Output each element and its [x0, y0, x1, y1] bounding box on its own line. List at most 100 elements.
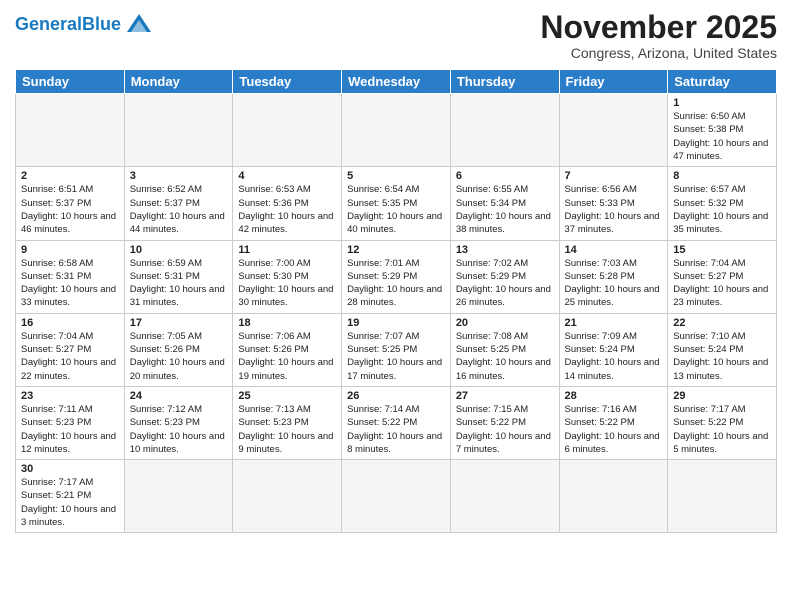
page: GeneralBlue November 2025 Congress, Ariz… [0, 0, 792, 543]
calendar-cell: 28Sunrise: 7:16 AM Sunset: 5:22 PM Dayli… [559, 386, 668, 459]
day-number: 28 [565, 390, 663, 402]
day-info: Sunrise: 6:58 AM Sunset: 5:31 PM Dayligh… [21, 257, 119, 310]
day-number: 19 [347, 317, 445, 329]
location: Congress, Arizona, United States [540, 45, 777, 61]
calendar-cell: 15Sunrise: 7:04 AM Sunset: 5:27 PM Dayli… [668, 240, 777, 313]
day-number: 20 [456, 317, 554, 329]
day-info: Sunrise: 7:09 AM Sunset: 5:24 PM Dayligh… [565, 330, 663, 383]
day-info: Sunrise: 7:04 AM Sunset: 5:27 PM Dayligh… [21, 330, 119, 383]
day-info: Sunrise: 7:02 AM Sunset: 5:29 PM Dayligh… [456, 257, 554, 310]
day-info: Sunrise: 7:13 AM Sunset: 5:23 PM Dayligh… [238, 403, 336, 456]
calendar-cell: 1Sunrise: 6:50 AM Sunset: 5:38 PM Daylig… [668, 94, 777, 167]
day-info: Sunrise: 7:12 AM Sunset: 5:23 PM Dayligh… [130, 403, 228, 456]
col-sunday: Sunday [16, 70, 125, 94]
calendar-cell [450, 94, 559, 167]
day-info: Sunrise: 7:07 AM Sunset: 5:25 PM Dayligh… [347, 330, 445, 383]
logo-general: General [15, 14, 82, 34]
day-number: 29 [673, 390, 771, 402]
calendar-cell [559, 94, 668, 167]
calendar-cell [233, 460, 342, 533]
calendar-week-row: 30Sunrise: 7:17 AM Sunset: 5:21 PM Dayli… [16, 460, 777, 533]
calendar-cell: 6Sunrise: 6:55 AM Sunset: 5:34 PM Daylig… [450, 167, 559, 240]
day-number: 1 [673, 97, 771, 109]
day-number: 12 [347, 244, 445, 256]
day-number: 15 [673, 244, 771, 256]
calendar-week-row: 23Sunrise: 7:11 AM Sunset: 5:23 PM Dayli… [16, 386, 777, 459]
calendar-cell: 10Sunrise: 6:59 AM Sunset: 5:31 PM Dayli… [124, 240, 233, 313]
day-info: Sunrise: 7:08 AM Sunset: 5:25 PM Dayligh… [456, 330, 554, 383]
calendar-cell: 26Sunrise: 7:14 AM Sunset: 5:22 PM Dayli… [342, 386, 451, 459]
day-info: Sunrise: 7:10 AM Sunset: 5:24 PM Dayligh… [673, 330, 771, 383]
calendar-cell [124, 94, 233, 167]
day-number: 27 [456, 390, 554, 402]
day-number: 2 [21, 170, 119, 182]
day-info: Sunrise: 6:54 AM Sunset: 5:35 PM Dayligh… [347, 183, 445, 236]
day-number: 11 [238, 244, 336, 256]
calendar-cell: 12Sunrise: 7:01 AM Sunset: 5:29 PM Dayli… [342, 240, 451, 313]
day-number: 26 [347, 390, 445, 402]
day-number: 6 [456, 170, 554, 182]
col-saturday: Saturday [668, 70, 777, 94]
day-info: Sunrise: 7:11 AM Sunset: 5:23 PM Dayligh… [21, 403, 119, 456]
day-number: 16 [21, 317, 119, 329]
calendar-cell: 13Sunrise: 7:02 AM Sunset: 5:29 PM Dayli… [450, 240, 559, 313]
day-info: Sunrise: 7:16 AM Sunset: 5:22 PM Dayligh… [565, 403, 663, 456]
calendar-cell [233, 94, 342, 167]
calendar-cell: 18Sunrise: 7:06 AM Sunset: 5:26 PM Dayli… [233, 313, 342, 386]
calendar-cell: 2Sunrise: 6:51 AM Sunset: 5:37 PM Daylig… [16, 167, 125, 240]
day-info: Sunrise: 6:56 AM Sunset: 5:33 PM Dayligh… [565, 183, 663, 236]
day-number: 18 [238, 317, 336, 329]
day-info: Sunrise: 7:05 AM Sunset: 5:26 PM Dayligh… [130, 330, 228, 383]
calendar-cell [450, 460, 559, 533]
logo-blue: Blue [82, 14, 121, 34]
calendar-cell: 29Sunrise: 7:17 AM Sunset: 5:22 PM Dayli… [668, 386, 777, 459]
calendar-cell: 11Sunrise: 7:00 AM Sunset: 5:30 PM Dayli… [233, 240, 342, 313]
calendar-cell [124, 460, 233, 533]
calendar-cell [668, 460, 777, 533]
day-info: Sunrise: 7:06 AM Sunset: 5:26 PM Dayligh… [238, 330, 336, 383]
day-number: 7 [565, 170, 663, 182]
calendar-header-row: Sunday Monday Tuesday Wednesday Thursday… [16, 70, 777, 94]
day-number: 3 [130, 170, 228, 182]
calendar-cell: 17Sunrise: 7:05 AM Sunset: 5:26 PM Dayli… [124, 313, 233, 386]
day-info: Sunrise: 7:15 AM Sunset: 5:22 PM Dayligh… [456, 403, 554, 456]
calendar-cell: 4Sunrise: 6:53 AM Sunset: 5:36 PM Daylig… [233, 167, 342, 240]
calendar-week-row: 1Sunrise: 6:50 AM Sunset: 5:38 PM Daylig… [16, 94, 777, 167]
day-number: 10 [130, 244, 228, 256]
day-info: Sunrise: 6:51 AM Sunset: 5:37 PM Dayligh… [21, 183, 119, 236]
day-number: 23 [21, 390, 119, 402]
calendar-cell: 19Sunrise: 7:07 AM Sunset: 5:25 PM Dayli… [342, 313, 451, 386]
calendar-cell: 27Sunrise: 7:15 AM Sunset: 5:22 PM Dayli… [450, 386, 559, 459]
col-friday: Friday [559, 70, 668, 94]
day-info: Sunrise: 7:03 AM Sunset: 5:28 PM Dayligh… [565, 257, 663, 310]
calendar-cell: 21Sunrise: 7:09 AM Sunset: 5:24 PM Dayli… [559, 313, 668, 386]
day-info: Sunrise: 7:01 AM Sunset: 5:29 PM Dayligh… [347, 257, 445, 310]
calendar-cell: 30Sunrise: 7:17 AM Sunset: 5:21 PM Dayli… [16, 460, 125, 533]
day-number: 14 [565, 244, 663, 256]
day-info: Sunrise: 6:53 AM Sunset: 5:36 PM Dayligh… [238, 183, 336, 236]
day-number: 5 [347, 170, 445, 182]
col-wednesday: Wednesday [342, 70, 451, 94]
col-monday: Monday [124, 70, 233, 94]
day-info: Sunrise: 6:55 AM Sunset: 5:34 PM Dayligh… [456, 183, 554, 236]
day-info: Sunrise: 6:50 AM Sunset: 5:38 PM Dayligh… [673, 110, 771, 163]
col-thursday: Thursday [450, 70, 559, 94]
day-number: 21 [565, 317, 663, 329]
logo-icon [125, 10, 153, 38]
day-number: 22 [673, 317, 771, 329]
calendar-week-row: 16Sunrise: 7:04 AM Sunset: 5:27 PM Dayli… [16, 313, 777, 386]
calendar-cell [342, 460, 451, 533]
day-info: Sunrise: 7:17 AM Sunset: 5:22 PM Dayligh… [673, 403, 771, 456]
calendar-cell: 8Sunrise: 6:57 AM Sunset: 5:32 PM Daylig… [668, 167, 777, 240]
logo-text: GeneralBlue [15, 15, 121, 33]
day-number: 9 [21, 244, 119, 256]
col-tuesday: Tuesday [233, 70, 342, 94]
day-info: Sunrise: 7:00 AM Sunset: 5:30 PM Dayligh… [238, 257, 336, 310]
day-number: 4 [238, 170, 336, 182]
calendar-cell: 9Sunrise: 6:58 AM Sunset: 5:31 PM Daylig… [16, 240, 125, 313]
day-info: Sunrise: 7:14 AM Sunset: 5:22 PM Dayligh… [347, 403, 445, 456]
calendar-cell: 20Sunrise: 7:08 AM Sunset: 5:25 PM Dayli… [450, 313, 559, 386]
calendar-cell: 22Sunrise: 7:10 AM Sunset: 5:24 PM Dayli… [668, 313, 777, 386]
logo: GeneralBlue [15, 10, 153, 38]
calendar-cell: 14Sunrise: 7:03 AM Sunset: 5:28 PM Dayli… [559, 240, 668, 313]
